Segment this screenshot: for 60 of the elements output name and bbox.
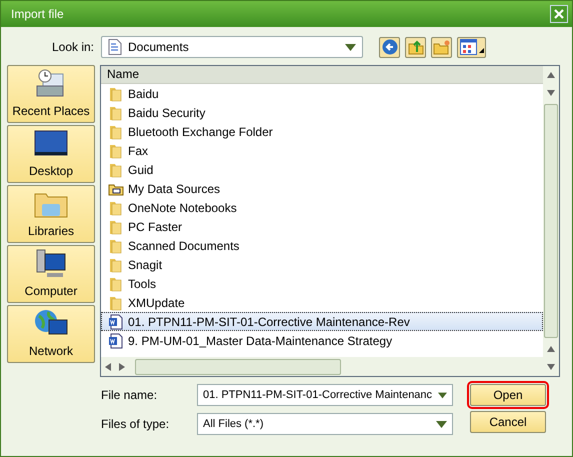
- new-folder-button[interactable]: [431, 36, 452, 58]
- folder-icon: [108, 256, 124, 272]
- scroll-up-icon[interactable]: [547, 346, 555, 352]
- places-bar-item[interactable]: Recent Places: [7, 65, 95, 123]
- look-in-label: Look in:: [50, 40, 95, 54]
- file-list-item[interactable]: Tools: [101, 274, 543, 293]
- file-list-item[interactable]: 9. PM-UM-01_Master Data-Maintenance Strategy: [101, 331, 543, 350]
- scroll-down-icon[interactable]: [547, 90, 555, 96]
- caret-icon: [436, 420, 447, 428]
- caret-icon: [438, 392, 447, 398]
- file-list-item[interactable]: Bluetooth Exchange Folder: [101, 122, 543, 141]
- file-list-item[interactable]: PC Faster: [101, 217, 543, 236]
- scroll-left-icon[interactable]: [105, 362, 111, 370]
- back-button[interactable]: [379, 36, 400, 58]
- folder-icon: [108, 104, 124, 120]
- scroll-down-icon[interactable]: [547, 364, 555, 370]
- places-bar-item[interactable]: Libraries: [7, 185, 95, 243]
- file-list-item[interactable]: Baidu: [101, 84, 543, 103]
- name-column-header[interactable]: Name: [101, 66, 543, 84]
- file-list-item[interactable]: Baidu Security: [101, 103, 543, 122]
- folder-icon: [108, 276, 124, 292]
- folder-icon: [108, 86, 124, 102]
- scroll-up-icon[interactable]: [547, 72, 555, 78]
- folder-icon: [108, 294, 124, 310]
- folder-icon: [108, 200, 124, 216]
- file-name-field[interactable]: 01. PTPN11-PM-SIT-01-Corrective Maintenanc: [197, 384, 453, 406]
- cancel-button[interactable]: Cancel: [470, 411, 546, 433]
- folder-icon: [108, 238, 124, 254]
- places-bar-item[interactable]: Computer: [7, 245, 95, 303]
- close-button[interactable]: [550, 5, 568, 23]
- look-in-dropdown[interactable]: Documents: [101, 36, 363, 58]
- folder-icon: [108, 218, 124, 234]
- word-document-icon: [108, 314, 124, 330]
- file-list-item[interactable]: Scanned Documents: [101, 236, 543, 255]
- scroll-right-icon[interactable]: [119, 362, 125, 370]
- view-menu-button[interactable]: [457, 36, 486, 58]
- file-type-dropdown[interactable]: All Files (*.*): [197, 413, 453, 435]
- document-icon: [108, 39, 122, 55]
- file-list-item[interactable]: Snagit: [101, 255, 543, 274]
- word-document-icon: [108, 332, 124, 348]
- up-folder-button[interactable]: [405, 36, 426, 58]
- file-name-label: File name:: [101, 388, 158, 402]
- file-list-item[interactable]: My Data Sources: [101, 179, 543, 198]
- caret-icon: [345, 44, 356, 50]
- file-list-item[interactable]: OneNote Notebooks: [101, 198, 543, 217]
- horizontal-scrollbar[interactable]: [101, 357, 543, 376]
- folder-icon: [108, 124, 124, 140]
- vertical-scrollbar[interactable]: [543, 66, 559, 376]
- file-list-item[interactable]: Fax: [101, 141, 543, 160]
- file-list-item[interactable]: 01. PTPN11-PM-SIT-01-Corrective Maintenance-Rev: [101, 312, 543, 331]
- folder-icon: [108, 162, 124, 178]
- close-icon: [554, 9, 564, 19]
- window-title: Import file: [11, 7, 64, 21]
- file-type-label: Files of type:: [101, 417, 170, 431]
- open-button[interactable]: Open: [470, 384, 546, 406]
- file-list-item[interactable]: XMUpdate: [101, 293, 543, 312]
- file-list-item[interactable]: Guid: [101, 160, 543, 179]
- places-bar-item[interactable]: Network: [7, 305, 95, 363]
- folder-icon: [108, 142, 124, 158]
- places-bar-item[interactable]: Desktop: [7, 125, 95, 183]
